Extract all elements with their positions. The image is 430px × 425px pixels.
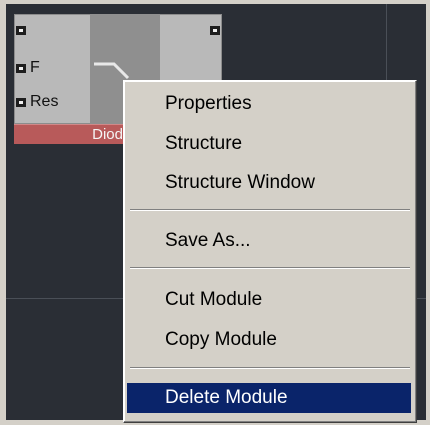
window-frame — [426, 0, 430, 425]
menu-item-properties[interactable]: Properties — [127, 89, 411, 119]
menu-item-structure[interactable]: Structure — [127, 129, 411, 159]
output-pin[interactable] — [210, 26, 220, 35]
menu-item-cut-module[interactable]: Cut Module — [127, 285, 411, 315]
menu-item-copy-module[interactable]: Copy Module — [127, 325, 411, 355]
menu-separator — [130, 367, 410, 369]
window-frame — [0, 0, 430, 4]
menu-separator — [130, 209, 410, 211]
input-label-f: F — [30, 59, 40, 76]
context-menu: Properties Structure Structure Window Sa… — [123, 80, 417, 423]
menu-separator — [130, 267, 410, 269]
menu-item-save-as[interactable]: Save As... — [127, 226, 411, 256]
input-pin-f[interactable] — [16, 64, 26, 73]
menu-item-delete-module[interactable]: Delete Module — [127, 383, 411, 413]
input-pin-top[interactable] — [16, 26, 26, 35]
menu-item-structure-window[interactable]: Structure Window — [127, 168, 411, 198]
input-label-res: Res — [30, 93, 59, 110]
window-frame — [0, 0, 6, 425]
input-pin-res[interactable] — [16, 98, 26, 107]
